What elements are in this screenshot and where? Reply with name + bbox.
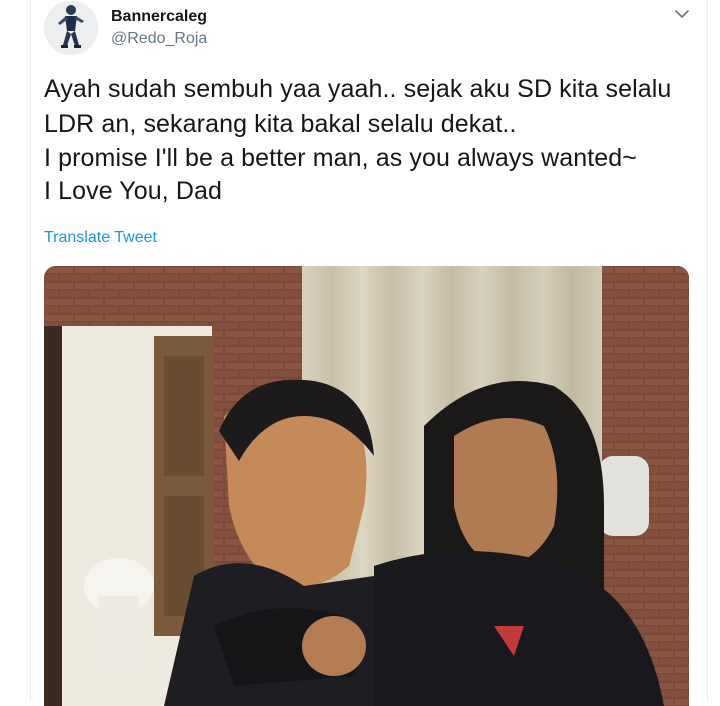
tweet-text-line: I promise I'll be a better man, as you a…	[44, 144, 638, 172]
tweet-photo[interactable]	[44, 266, 689, 706]
display-name[interactable]: Bannercaleg	[111, 8, 207, 26]
user-handle[interactable]: @Redo_Roja	[111, 30, 207, 48]
translate-tweet-link[interactable]: Translate Tweet	[44, 229, 157, 247]
avatar-image	[44, 1, 98, 55]
chevron-down-icon[interactable]	[672, 4, 692, 24]
tweet-text-line: Ayah sudah sembuh yaa yaah.. sejak aku S…	[44, 75, 672, 103]
avatar[interactable]	[44, 1, 98, 55]
tweet-text-line: LDR an, sekarang kita bakal selalu dekat…	[44, 110, 517, 138]
photo-image	[44, 266, 689, 706]
tweet-text-line: I Love You, Dad	[44, 177, 223, 205]
